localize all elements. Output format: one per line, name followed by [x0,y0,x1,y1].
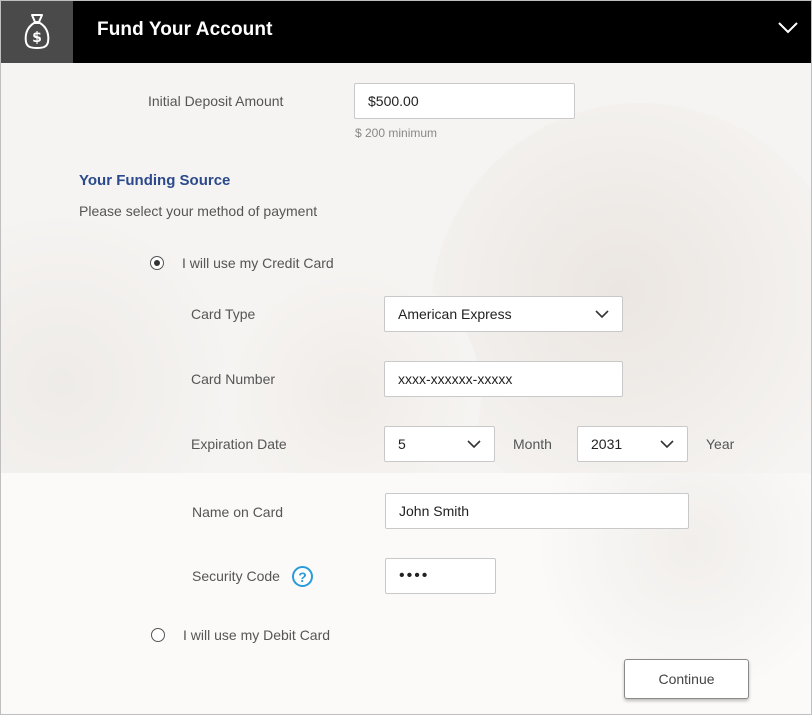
expiry-year-select[interactable]: 2031 [577,426,688,462]
panel-header[interactable]: $ Fund Your Account [1,1,811,63]
background-photo [1,63,811,473]
deposit-amount-label: Initial Deposit Amount [148,93,284,109]
svg-text:$: $ [32,30,42,46]
expiry-month-value: 5 [398,436,406,452]
deposit-amount-input[interactable]: $500.00 [354,83,575,119]
card-type-label: Card Type [191,306,256,322]
expiry-year-value: 2031 [591,436,623,452]
debit-card-option-label[interactable]: I will use my Debit Card [183,627,330,643]
card-type-select[interactable]: American Express [384,296,623,332]
funding-source-title: Your Funding Source [79,172,231,189]
chevron-down-icon [660,439,674,448]
card-number-input[interactable]: xxxx-xxxxxx-xxxxx [384,361,623,397]
continue-button[interactable]: Continue [624,659,749,699]
chevron-down-icon[interactable] [777,21,799,35]
money-bag-icon: $ [24,14,50,49]
expiry-month-select[interactable]: 5 [384,426,495,462]
name-on-card-input[interactable]: John Smith [385,493,689,529]
card-number-label: Card Number [191,371,276,387]
expiration-date-label: Expiration Date [191,436,287,452]
year-label: Year [706,436,735,452]
chevron-down-icon [595,309,609,318]
chevron-down-icon [467,439,481,448]
fund-account-panel: $ Fund Your Account Initial Deposit Amou… [0,0,812,715]
name-on-card-label: Name on Card [192,504,284,520]
security-code-value: •••• [399,567,430,584]
page-title: Fund Your Account [97,19,273,40]
deposit-minimum-hint: $ 200 minimum [355,126,438,140]
security-code-input[interactable]: •••• [385,558,496,594]
credit-card-option-label[interactable]: I will use my Credit Card [182,255,334,271]
security-code-label: Security Code [192,568,280,584]
help-icon[interactable]: ? [292,566,313,587]
header-icon-box: $ [1,1,73,63]
month-label: Month [513,436,552,452]
funding-source-subtitle: Please select your method of payment [79,203,318,219]
card-type-value: American Express [398,306,512,322]
debit-card-radio[interactable] [151,628,165,642]
credit-card-radio[interactable] [150,256,164,270]
